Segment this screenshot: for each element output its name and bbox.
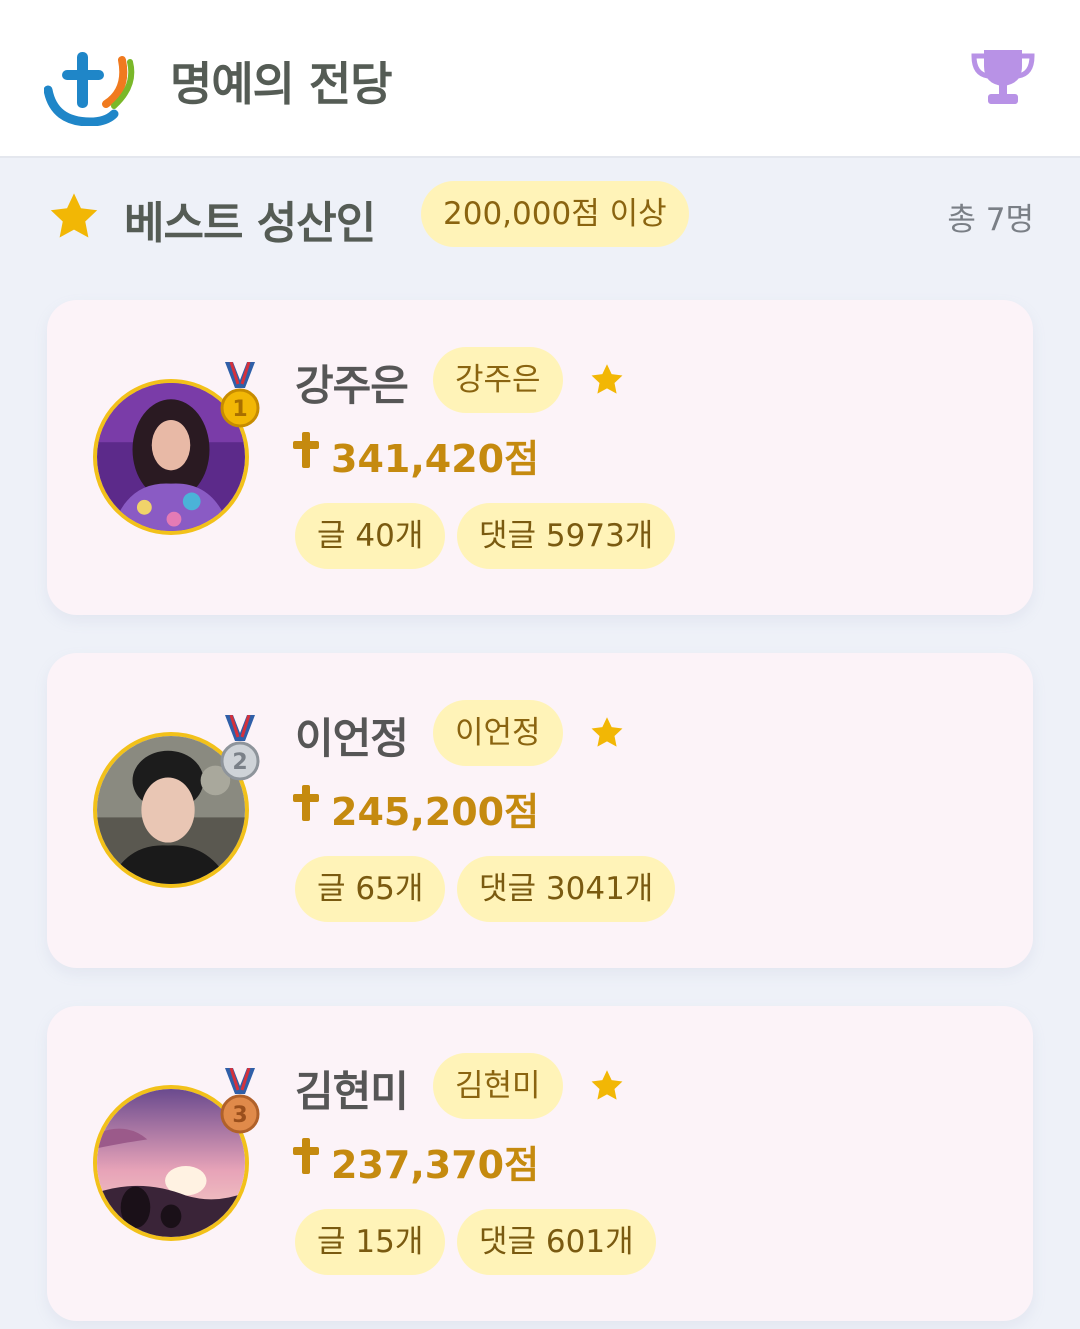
- member-card[interactable]: 1 강주은 강주은 341,420점 글 40개 댓글 5973개: [47, 300, 1033, 615]
- gold-medal-icon: 1: [220, 362, 260, 428]
- section-title: 베스트 성산인: [124, 198, 376, 249]
- post-count-badge: 글 65개: [295, 856, 446, 922]
- trophy-icon[interactable]: [970, 48, 1036, 106]
- cross-logo-icon[interactable]: [44, 44, 136, 126]
- nickname-badge: 강주은: [433, 347, 563, 413]
- member-name[interactable]: 강주은: [295, 352, 409, 413]
- star-icon: [591, 717, 623, 747]
- nickname-badge: 이언정: [433, 700, 563, 766]
- post-count-badge: 글 15개: [295, 1209, 446, 1275]
- score-value: 245,200점: [331, 790, 540, 834]
- comment-count-badge: 댓글 5973개: [457, 503, 676, 569]
- cross-icon: [293, 1138, 319, 1174]
- threshold-badge: 200,000점 이상: [421, 181, 689, 247]
- star-icon: [50, 193, 98, 238]
- comment-count-badge: 댓글 3041개: [457, 856, 676, 922]
- post-count-badge: 글 40개: [295, 503, 446, 569]
- member-name[interactable]: 이언정: [295, 705, 409, 766]
- member-card[interactable]: 3 김현미 김현미 237,370점 글 15개 댓글 601개: [47, 1006, 1033, 1321]
- star-icon: [591, 364, 623, 394]
- nickname-badge: 김현미: [433, 1053, 563, 1119]
- member-card[interactable]: 2 이언정 이언정 245,200점 글 65개 댓글 3041개: [47, 653, 1033, 968]
- score-value: 237,370점: [331, 1143, 540, 1187]
- member-count: 총 7명: [947, 202, 1034, 238]
- score-value: 341,420점: [331, 437, 540, 481]
- svg-text:1: 1: [232, 397, 247, 422]
- app-header: 명예의 전당: [0, 0, 1080, 158]
- bronze-medal-icon: 3: [220, 1068, 260, 1134]
- page-title: 명예의 전당: [170, 57, 393, 111]
- svg-text:2: 2: [232, 750, 247, 775]
- member-name[interactable]: 김현미: [295, 1058, 409, 1119]
- star-icon: [591, 1070, 623, 1100]
- silver-medal-icon: 2: [220, 715, 260, 781]
- section-header: 베스트 성산인 200,000점 이상 총 7명: [0, 160, 1080, 270]
- comment-count-badge: 댓글 601개: [457, 1209, 656, 1275]
- cross-icon: [293, 432, 319, 468]
- cross-icon: [293, 785, 319, 821]
- svg-text:3: 3: [232, 1103, 247, 1128]
